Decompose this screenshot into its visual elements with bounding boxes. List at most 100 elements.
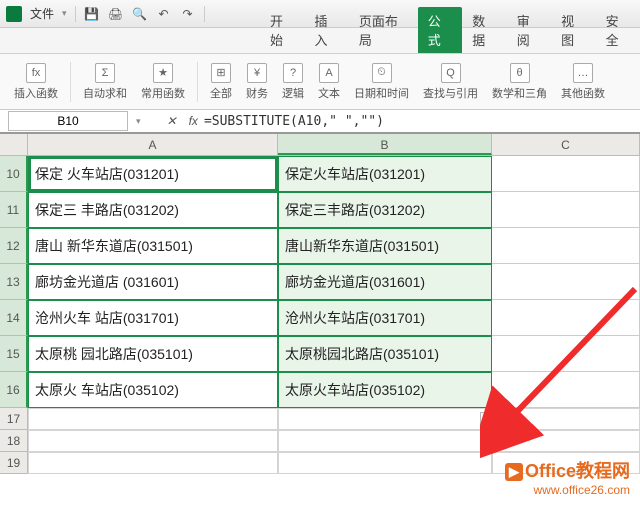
insert-function-button[interactable]: fx 插入函数 <box>8 63 64 101</box>
watermark-url: www.office26.com <box>505 483 630 497</box>
lookup-button[interactable]: Q 查找与引用 <box>417 63 484 101</box>
print-icon[interactable]: 🖨 <box>108 6 124 22</box>
cancel-icon[interactable]: ✕ <box>167 114 177 128</box>
smart-tag-button[interactable]: 眠 ▾ <box>480 412 510 432</box>
lookup-icon: Q <box>441 63 461 83</box>
cell[interactable] <box>492 300 640 336</box>
other-functions-button[interactable]: … 其他函数 <box>555 63 611 101</box>
separator <box>75 6 76 22</box>
redo-icon[interactable]: ↷ <box>180 6 196 22</box>
cell[interactable] <box>492 372 640 408</box>
cell[interactable]: 太原火车站店(035102) <box>278 372 492 408</box>
watermark-title: Office教程网 <box>525 461 630 481</box>
select-all-corner[interactable] <box>0 134 28 155</box>
separator <box>197 62 198 102</box>
tab-formula[interactable]: 公式 <box>418 7 462 53</box>
cell[interactable]: 唐山 新华东道店(031501) <box>28 228 278 264</box>
cell[interactable] <box>28 408 278 430</box>
chevron-down-icon[interactable]: ▾ <box>136 116 141 127</box>
file-menu[interactable]: 文件 <box>30 5 54 22</box>
cell[interactable] <box>28 430 278 452</box>
logic-button[interactable]: ? 逻辑 <box>276 63 310 101</box>
fx-icon[interactable]: fx <box>189 114 198 128</box>
cell[interactable] <box>28 452 278 474</box>
formula-input[interactable]: =SUBSTITUTE(A10," ","") <box>204 114 640 129</box>
tab-insert[interactable]: 插入 <box>304 7 348 53</box>
tab-start[interactable]: 开始 <box>260 7 304 53</box>
cell[interactable]: 沧州火车站店(031701) <box>278 300 492 336</box>
cell[interactable] <box>278 408 492 430</box>
row-header[interactable]: 14 <box>0 300 28 336</box>
ribbon-tabs: 开始 插入 页面布局 公式 数据 审阅 视图 安全 <box>0 28 640 54</box>
cell[interactable] <box>278 452 492 474</box>
cell[interactable] <box>492 430 640 452</box>
cell[interactable]: 廊坊金光道店(031601) <box>278 264 492 300</box>
table-row: 14沧州火车 站店(031701)沧州火车站店(031701) <box>0 300 640 336</box>
cell[interactable] <box>492 408 640 430</box>
column-header-a[interactable]: A <box>28 134 278 155</box>
spreadsheet-grid[interactable]: A B C 10保定 火车站店(031201)保定火车站店(031201)11保… <box>0 134 640 474</box>
row-header[interactable]: 18 <box>0 430 28 452</box>
cell[interactable] <box>492 336 640 372</box>
cell[interactable]: 保定三 丰路店(031202) <box>28 192 278 228</box>
column-header-c[interactable]: C <box>492 134 640 155</box>
brand-icon: ▶ <box>505 463 523 481</box>
separator <box>70 62 71 102</box>
datetime-button[interactable]: ⏲ 日期和时间 <box>348 63 415 101</box>
watermark: ▶Office教程网 www.office26.com <box>505 457 630 497</box>
row-header[interactable]: 17 <box>0 408 28 430</box>
table-row: 13廊坊金光道店 (031601)廊坊金光道店(031601) <box>0 264 640 300</box>
autosum-button[interactable]: Σ 自动求和 <box>77 63 133 101</box>
row-header[interactable]: 16 <box>0 372 28 408</box>
tab-view[interactable]: 视图 <box>551 7 595 53</box>
cell[interactable]: 唐山新华东道店(031501) <box>278 228 492 264</box>
cell[interactable] <box>492 192 640 228</box>
save-icon[interactable]: 💾 <box>84 6 100 22</box>
cell[interactable] <box>492 156 640 192</box>
column-header-b[interactable]: B <box>278 134 492 155</box>
row-header[interactable]: 10 <box>0 156 28 192</box>
cell[interactable]: 保定 火车站店(031201) <box>28 156 278 192</box>
row-header[interactable]: 13 <box>0 264 28 300</box>
cell[interactable] <box>492 228 640 264</box>
text-button[interactable]: A 文本 <box>312 63 346 101</box>
finance-button[interactable]: ¥ 财务 <box>240 63 274 101</box>
cell[interactable]: 廊坊金光道店 (031601) <box>28 264 278 300</box>
cell[interactable]: 太原桃 园北路店(035101) <box>28 336 278 372</box>
fill-handle[interactable] <box>487 405 493 411</box>
cell[interactable]: 太原桃园北路店(035101) <box>278 336 492 372</box>
grid-icon: ⊞ <box>211 63 231 83</box>
tab-data[interactable]: 数据 <box>462 7 506 53</box>
table-row: 17 <box>0 408 640 430</box>
ribbon-body: fx 插入函数 Σ 自动求和 ★ 常用函数 ⊞ 全部 ¥ 财务 ? 逻辑 A 文… <box>0 54 640 110</box>
clock-icon: ⏲ <box>372 63 392 83</box>
cell[interactable] <box>278 430 492 452</box>
row-header[interactable]: 19 <box>0 452 28 474</box>
all-functions-button[interactable]: ⊞ 全部 <box>204 63 238 101</box>
cell[interactable]: 保定火车站店(031201) <box>278 156 492 192</box>
undo-icon[interactable]: ↶ <box>156 6 172 22</box>
row-header[interactable]: 12 <box>0 228 28 264</box>
table-row: 10保定 火车站店(031201)保定火车站店(031201) <box>0 156 640 192</box>
table-row: 12唐山 新华东道店(031501)唐山新华东道店(031501) <box>0 228 640 264</box>
table-row: 16太原火 车站店(035102)太原火车站店(035102) <box>0 372 640 408</box>
formula-bar: ▾ ✕ fx =SUBSTITUTE(A10," ","") <box>0 110 640 134</box>
cell[interactable] <box>492 264 640 300</box>
cell[interactable]: 保定三丰路店(031202) <box>278 192 492 228</box>
cell[interactable]: 太原火 车站店(035102) <box>28 372 278 408</box>
cell[interactable]: 沧州火车 站店(031701) <box>28 300 278 336</box>
tab-security[interactable]: 安全 <box>596 7 640 53</box>
row-header[interactable]: 11 <box>0 192 28 228</box>
tab-review[interactable]: 审阅 <box>507 7 551 53</box>
text-icon: A <box>319 63 339 83</box>
row-header[interactable]: 15 <box>0 336 28 372</box>
preview-icon[interactable]: 🔍 <box>132 6 148 22</box>
table-row: 11保定三 丰路店(031202)保定三丰路店(031202) <box>0 192 640 228</box>
chevron-down-icon[interactable]: ▾ <box>62 8 67 19</box>
table-row: 15太原桃 园北路店(035101)太原桃园北路店(035101) <box>0 336 640 372</box>
name-box[interactable] <box>8 111 128 131</box>
common-functions-button[interactable]: ★ 常用函数 <box>135 63 191 101</box>
tab-layout[interactable]: 页面布局 <box>349 7 418 53</box>
math-button[interactable]: θ 数学和三角 <box>486 63 553 101</box>
name-box-input[interactable] <box>15 114 121 128</box>
